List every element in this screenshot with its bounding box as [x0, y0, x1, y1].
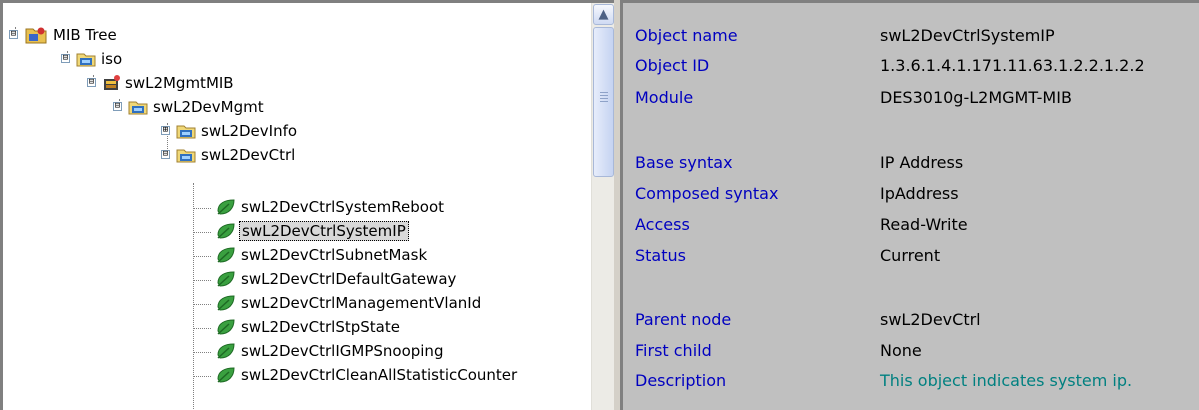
property-label: Composed syntax — [635, 184, 779, 203]
tree-node-label-selected: swL2DevCtrlSystemIP — [239, 221, 409, 241]
tree-node-label: MIB Tree — [53, 26, 117, 44]
folder-node-icon — [76, 53, 96, 67]
property-label: First child — [635, 341, 712, 360]
tree-node-label: swL2DevCtrlSubnetMask — [241, 246, 428, 264]
collapse-toggle-icon[interactable]: ⊟ — [87, 78, 96, 87]
property-value: swL2DevCtrlSystemIP — [880, 26, 1055, 45]
leaf-node-icon — [217, 223, 235, 239]
property-value-description: This object indicates system ip. — [880, 371, 1133, 390]
mib-tree-root-icon — [25, 27, 47, 44]
tree-node-label: swL2DevCtrlCleanAllStatisticCounter — [241, 366, 518, 384]
collapse-toggle-icon[interactable]: ⊟ — [9, 30, 18, 39]
tree-connector — [193, 376, 211, 377]
leaf-node-icon — [217, 343, 235, 359]
tree-node-label: swL2DevCtrlSystemReboot — [241, 198, 444, 216]
tree-node-label: swL2DevMgmt — [153, 98, 264, 116]
leaf-node-icon — [217, 247, 235, 263]
tree-node-label: swL2MgmtMIB — [125, 74, 234, 92]
tree-node-label: swL2DevCtrlDefaultGateway — [241, 270, 457, 288]
tree-node-label: swL2DevCtrlStpState — [241, 318, 400, 336]
tree-connector — [193, 304, 211, 305]
property-label: Status — [635, 246, 686, 265]
leaf-node-icon — [217, 199, 235, 215]
grip-icon — [600, 92, 608, 104]
leaf-node-icon — [217, 295, 235, 311]
property-label: Object ID — [635, 56, 710, 75]
property-label: Parent node — [635, 310, 732, 329]
collapse-toggle-icon[interactable]: ⊟ — [61, 54, 70, 63]
leaf-node-icon — [217, 271, 235, 287]
collapse-toggle-icon[interactable]: ⊟ — [161, 150, 170, 159]
chevron-up-icon: ▲ — [598, 7, 609, 22]
mib-tree-pane: ⊟ MIB Tree ⊟ iso ⊟ swL2MgmtMIB ⊟ swL2Dev… — [0, 0, 614, 410]
property-label: Access — [635, 215, 690, 234]
module-node-icon — [104, 75, 120, 90]
folder-node-icon — [176, 149, 196, 163]
property-value: Read-Write — [880, 215, 968, 234]
object-details-pane: Object name swL2DevCtrlSystemIP Object I… — [620, 0, 1199, 410]
property-label: Object name — [635, 26, 738, 45]
property-value: 1.3.6.1.4.1.171.11.63.1.2.2.1.2.2 — [880, 56, 1145, 75]
mib-tree: ⊟ MIB Tree ⊟ iso ⊟ swL2MgmtMIB ⊟ swL2Dev… — [3, 3, 591, 410]
tree-connector — [193, 208, 211, 209]
tree-connector — [193, 232, 211, 233]
leaf-node-icon — [217, 367, 235, 383]
collapse-toggle-icon[interactable]: ⊟ — [113, 102, 122, 111]
tree-connector — [193, 352, 211, 353]
tree-node-label: swL2DevInfo — [201, 122, 298, 140]
scrollbar-thumb[interactable] — [593, 27, 614, 177]
property-value: swL2DevCtrl — [880, 310, 981, 329]
tree-connector — [193, 280, 211, 281]
property-label: Module — [635, 88, 694, 107]
folder-node-icon — [128, 101, 148, 115]
property-label: Base syntax — [635, 153, 733, 172]
tree-node-label: swL2DevCtrlManagementVlanId — [241, 294, 482, 312]
property-value: DES3010g-L2MGMT-MIB — [880, 88, 1072, 107]
leaf-node-icon — [217, 319, 235, 335]
property-label: Description — [635, 371, 727, 390]
tree-node-label: iso — [101, 50, 123, 68]
property-value: IP Address — [880, 153, 964, 172]
property-value: IpAddress — [880, 184, 959, 203]
scroll-up-button[interactable]: ▲ — [593, 4, 614, 25]
expand-toggle-icon[interactable]: ⊞ — [161, 126, 170, 135]
property-value: Current — [880, 246, 941, 265]
tree-connector — [193, 328, 211, 329]
vertical-scrollbar[interactable]: ▲ — [591, 3, 614, 410]
tree-node-label: swL2DevCtrlIGMPSnooping — [241, 342, 444, 360]
tree-connector — [193, 256, 211, 257]
tree-node-label: swL2DevCtrl — [201, 146, 296, 164]
property-value: None — [880, 341, 922, 360]
folder-node-icon — [176, 125, 196, 139]
